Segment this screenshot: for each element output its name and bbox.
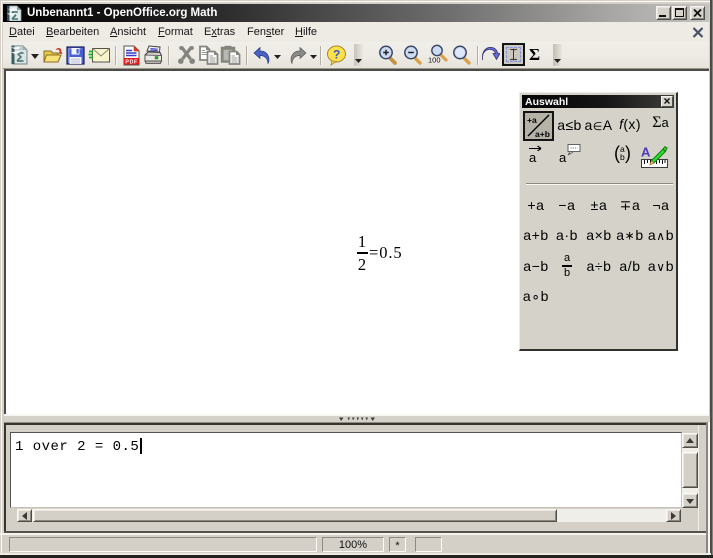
svg-text:?: ? bbox=[333, 48, 340, 62]
svg-text:+a: +a bbox=[527, 115, 537, 125]
svg-text:100: 100 bbox=[428, 56, 441, 65]
svg-text:A: A bbox=[641, 145, 651, 160]
svg-text:PDF: PDF bbox=[125, 59, 138, 65]
svg-text:a+b: a+b bbox=[535, 129, 550, 139]
